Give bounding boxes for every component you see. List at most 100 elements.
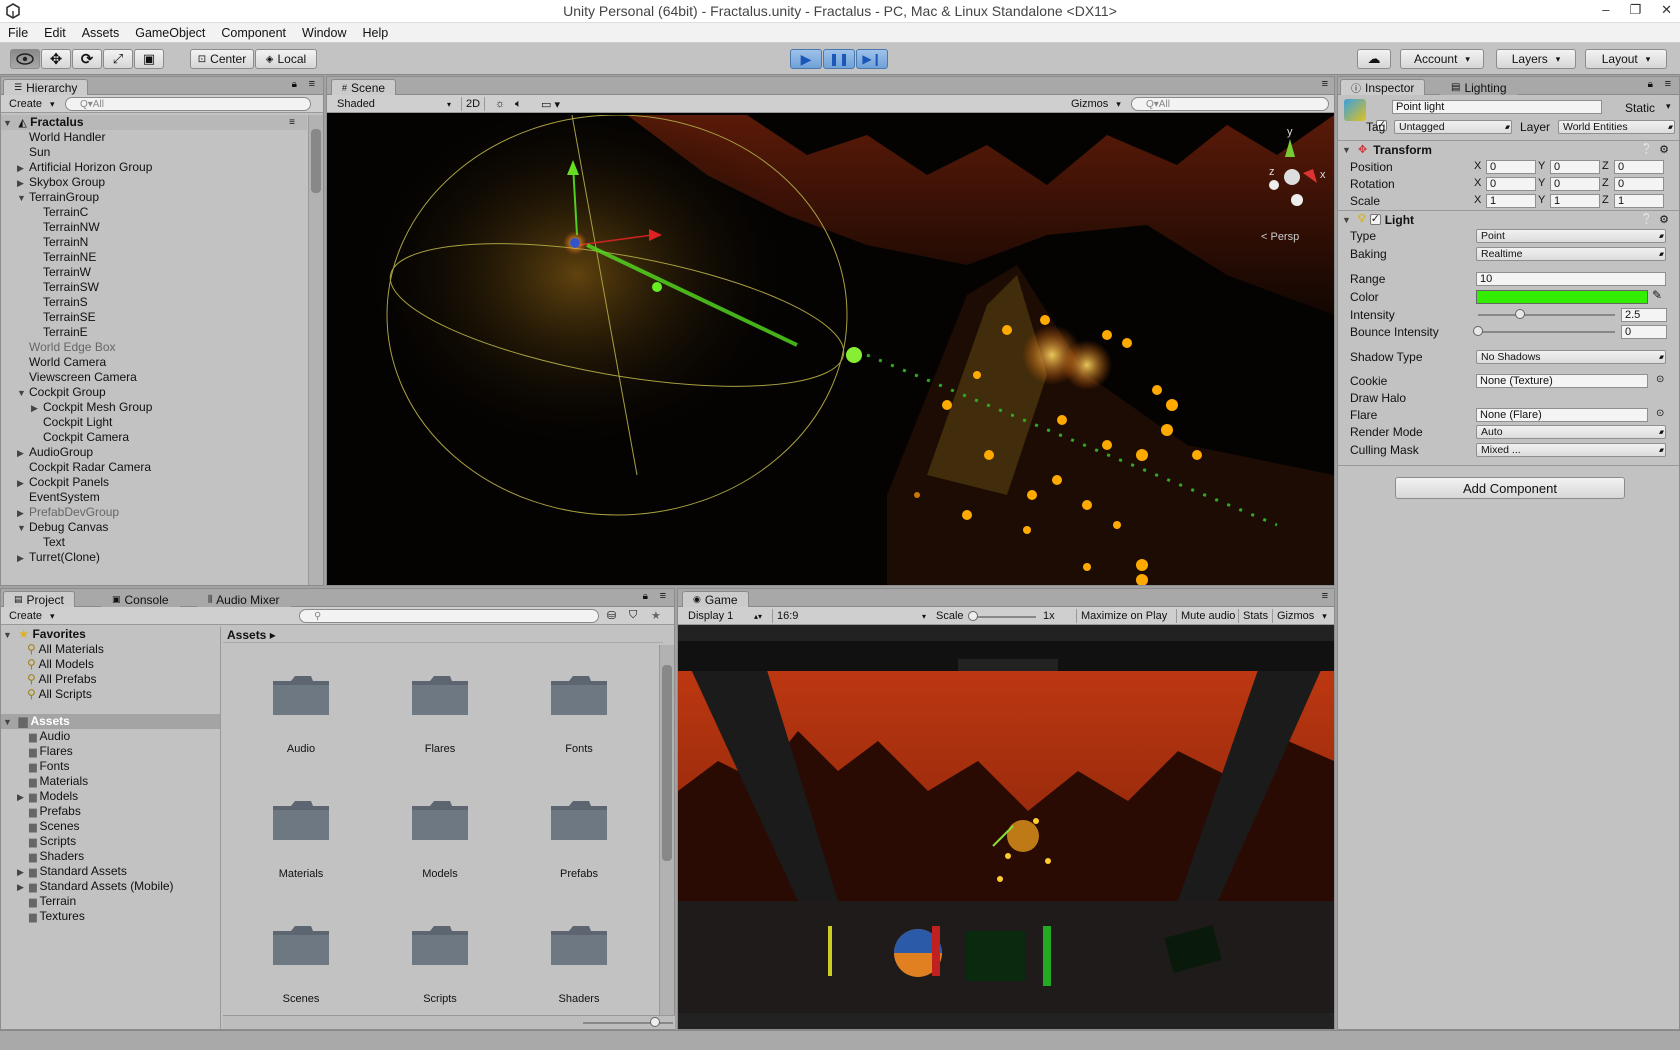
hierarchy-item[interactable]: Cockpit Radar Camera [1,460,307,475]
project-scrollbar[interactable] [659,645,674,1015]
hierarchy-item[interactable]: ▶ Cockpit Mesh Group [1,400,307,415]
asset-grid-item[interactable]: Scenes [241,909,361,1017]
project-menu-icon[interactable]: ≡ [660,590,666,602]
light-header[interactable]: ▼ 💡︎ Light ❔ ⚙ [1338,210,1679,228]
assets-root[interactable]: ▼ ▆ Assets [1,714,220,729]
hand-tool-button[interactable] [10,49,40,69]
intensity-slider-track[interactable] [1478,314,1615,316]
hierarchy-scrollbar[interactable] [308,115,323,585]
scene-lighting-toggle[interactable]: ☼ [491,97,509,111]
scene-panel-menu-icon[interactable]: ≡ [1322,78,1328,90]
game-viewport[interactable] [678,641,1334,1013]
scene-menu-icon[interactable]: ≡ [289,115,295,130]
hierarchy-item[interactable]: TerrainW [1,265,307,280]
display-dropdown[interactable]: Display 1 ▴▾ [684,609,764,623]
menu-edit[interactable]: Edit [36,26,74,40]
mute-audio-toggle[interactable]: Mute audio [1176,609,1239,623]
lock-icon[interactable]: 🔒︎ [292,79,297,90]
asset-grid-item[interactable]: Prefabs [519,784,639,894]
move-tool-button[interactable]: ✥ [41,49,71,69]
bounce-field[interactable]: 0 [1621,325,1667,339]
baking-dropdown[interactable]: Realtime [1476,247,1666,261]
menu-file[interactable]: File [0,26,36,40]
hierarchy-item[interactable]: Sun [1,145,307,160]
static-dropdown-arrow-icon[interactable]: ▾ [1666,101,1671,112]
shadow-type-dropdown[interactable]: No Shadows [1476,350,1666,364]
hierarchy-item[interactable]: TerrainNE [1,250,307,265]
expand-arrow-icon[interactable]: ▶ [17,551,29,566]
hierarchy-item[interactable]: ▶ Turret(Clone) [1,550,307,565]
asset-folder-item[interactable]: ▆ Scenes [1,819,220,834]
scale-tool-button[interactable]: ⤢ [103,49,133,69]
transform-y-field[interactable]: 0 [1550,177,1600,191]
expand-arrow-icon[interactable]: ▶ [17,446,29,461]
transform-settings-icon[interactable]: ⚙ [1659,143,1669,156]
stats-toggle[interactable]: Stats [1238,609,1272,623]
render-mode-dropdown[interactable]: Auto [1476,425,1666,439]
tab-scene[interactable]: # Scene [331,79,397,95]
expand-arrow-icon[interactable]: ▶ [17,176,29,191]
hierarchy-item[interactable]: ▶ AudioGroup [1,445,307,460]
toggle-2d-button[interactable]: 2D [461,97,486,111]
aspect-dropdown[interactable]: 16:9 ▾ [772,609,928,623]
transform-z-field[interactable]: 0 [1614,177,1664,191]
asset-grid-item[interactable]: Fonts [519,659,639,769]
folder-expand-arrow-icon[interactable]: ▶ [17,865,29,880]
hierarchy-item[interactable]: ▼ Cockpit Group [1,385,307,400]
hierarchy-item[interactable]: TerrainE [1,325,307,340]
transform-x-field[interactable]: 0 [1486,177,1536,191]
menu-component[interactable]: Component [213,26,294,40]
pause-button[interactable]: ❚❚ [823,49,855,69]
intensity-slider-knob[interactable] [1515,309,1526,319]
search-by-type-icon[interactable]: ⛁ [607,609,616,622]
hierarchy-item[interactable]: Viewscreen Camera [1,370,307,385]
layers-dropdown[interactable]: Layers [1496,49,1576,69]
light-settings-icon[interactable]: ⚙ [1659,213,1669,226]
tab-hierarchy[interactable]: ☰ Hierarchy [3,79,89,95]
collapse-arrow-icon[interactable]: ▼ [17,386,29,401]
inspector-menu-icon[interactable]: ≡ [1665,78,1671,90]
expand-arrow-icon[interactable]: ▶ [17,506,29,521]
light-enabled-checkbox[interactable] [1369,212,1381,225]
transform-x-field[interactable]: 0 [1486,160,1536,174]
hierarchy-item[interactable]: ▼ Debug Canvas [1,520,307,535]
scene-audio-toggle[interactable]: 🔈︎ [511,97,526,111]
light-color-swatch[interactable] [1476,290,1648,304]
panel-menu-icon[interactable]: ≡ [309,78,315,90]
hierarchy-item[interactable]: Cockpit Light [1,415,307,430]
hierarchy-item[interactable]: Text [1,535,307,550]
flare-picker-icon[interactable]: ⊙ [1656,408,1664,419]
asset-folder-item[interactable]: ▆ Materials [1,774,220,789]
favorite-item[interactable]: ⚲ All Models [1,657,220,672]
transform-x-field[interactable]: 1 [1486,194,1536,208]
pivot-center-toggle[interactable]: ⊡ Center [190,49,254,69]
account-dropdown[interactable]: Account [1400,49,1484,69]
favorite-star-icon[interactable]: ★ [651,609,661,622]
hierarchy-scroll-thumb[interactable] [311,129,321,193]
asset-folder-item[interactable]: ▆ Shaders [1,849,220,864]
hierarchy-item[interactable]: TerrainSW [1,280,307,295]
hierarchy-item[interactable]: TerrainSE [1,310,307,325]
tab-game[interactable]: ◉ Game [682,591,749,607]
rect-tool-button[interactable]: ▣ [134,49,164,69]
asset-folder-item[interactable]: ▶ ▆ Standard Assets (Mobile) [1,879,220,894]
hierarchy-item[interactable]: TerrainN [1,235,307,250]
flare-field[interactable]: None (Flare) [1476,408,1648,422]
hierarchy-item[interactable]: EventSystem [1,490,307,505]
cookie-picker-icon[interactable]: ⊙ [1656,374,1664,385]
menu-window[interactable]: Window [294,26,354,40]
expand-arrow-icon[interactable]: ▶ [31,401,43,416]
intensity-field[interactable]: 2.5 [1621,308,1667,322]
collapse-arrow-icon[interactable]: ▼ [17,191,29,206]
inspector-lock-icon[interactable]: 🔒︎ [1648,79,1653,90]
menu-assets[interactable]: Assets [74,26,128,40]
pivot-local-toggle[interactable]: ◈ Local [255,49,317,69]
asset-grid-item[interactable]: Materials [241,784,361,894]
hierarchy-item[interactable]: World Handler [1,130,307,145]
add-component-button[interactable]: Add Component [1395,477,1625,499]
bounce-slider-knob[interactable] [1473,326,1483,336]
close-button[interactable]: ✕ [1661,2,1672,18]
culling-mask-dropdown[interactable]: Mixed ... [1476,443,1666,457]
bounce-slider-track[interactable] [1478,331,1615,333]
layout-dropdown[interactable]: Layout [1585,49,1667,69]
